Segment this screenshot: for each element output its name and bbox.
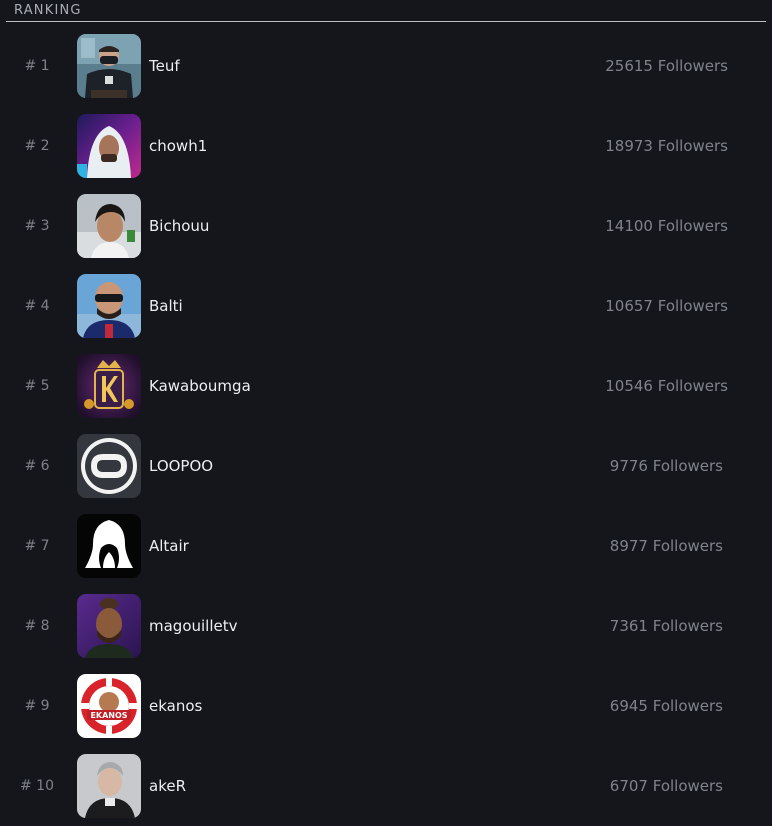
ranking-title: RANKING bbox=[14, 3, 82, 18]
streamer-name[interactable]: Teuf bbox=[149, 26, 180, 106]
streamer-name[interactable]: Balti bbox=[149, 266, 183, 346]
streamer-name[interactable]: LOOPOO bbox=[149, 426, 213, 506]
ranking-row[interactable]: # 1 Teuf 25615 Followers bbox=[0, 26, 772, 106]
avatar[interactable] bbox=[77, 274, 141, 338]
ranking-row[interactable]: # 8 magouilletv 7361 Followers bbox=[0, 586, 772, 666]
streamer-name[interactable]: Altair bbox=[149, 506, 189, 586]
ranking-list: # 1 Teuf 25615 Followers # 2 chowh1 1897… bbox=[0, 26, 772, 826]
follower-count: 6707 Followers bbox=[609, 777, 723, 795]
streamer-name[interactable]: chowh1 bbox=[149, 106, 207, 186]
follower-count: 8977 Followers bbox=[609, 537, 723, 555]
follower-count: 6945 Followers bbox=[609, 697, 723, 715]
rank-label: # 9 bbox=[24, 698, 50, 714]
ranking-row[interactable]: # 4 Balti 10657 Followers bbox=[0, 266, 772, 346]
follower-count: 9776 Followers bbox=[609, 457, 723, 475]
follower-count: 18973 Followers bbox=[605, 137, 728, 155]
ranking-row[interactable]: # 6 LOOPOO 9776 Followers bbox=[0, 426, 772, 506]
ranking-header: RANKING bbox=[6, 0, 766, 22]
avatar[interactable] bbox=[77, 434, 141, 498]
follower-count: 14100 Followers bbox=[605, 217, 728, 235]
rank-label: # 7 bbox=[24, 538, 50, 554]
ranking-row[interactable]: # 9 EKANOS ekanos 6945 Followers bbox=[0, 666, 772, 746]
streamer-name[interactable]: akeR bbox=[149, 746, 186, 826]
streamer-name[interactable]: Bichouu bbox=[149, 186, 209, 266]
follower-count: 25615 Followers bbox=[605, 57, 728, 75]
ranking-row[interactable]: # 2 chowh1 18973 Followers bbox=[0, 106, 772, 186]
follower-count: 10546 Followers bbox=[605, 377, 728, 395]
rank-label: # 1 bbox=[24, 58, 50, 74]
ranking-row[interactable]: # 5 Kawaboumga 10546 Followers bbox=[0, 346, 772, 426]
streamer-name[interactable]: ekanos bbox=[149, 666, 202, 746]
rank-label: # 6 bbox=[24, 458, 50, 474]
avatar[interactable] bbox=[77, 114, 141, 178]
ranking-row[interactable]: # 10 akeR 6707 Followers bbox=[0, 746, 772, 826]
follower-count: 7361 Followers bbox=[609, 617, 723, 635]
rank-label: # 8 bbox=[24, 618, 50, 634]
ranking-row[interactable]: # 3 Bichouu 14100 Followers bbox=[0, 186, 772, 266]
rank-label: # 2 bbox=[24, 138, 50, 154]
avatar[interactable] bbox=[77, 594, 141, 658]
follower-count: 10657 Followers bbox=[605, 297, 728, 315]
avatar[interactable] bbox=[77, 514, 141, 578]
rank-label: # 10 bbox=[20, 778, 54, 794]
streamer-name[interactable]: magouilletv bbox=[149, 586, 238, 666]
rank-label: # 4 bbox=[24, 298, 50, 314]
rank-label: # 5 bbox=[24, 378, 50, 394]
avatar[interactable]: EKANOS bbox=[77, 674, 141, 738]
rank-label: # 3 bbox=[24, 218, 50, 234]
avatar[interactable] bbox=[77, 754, 141, 818]
svg-text:EKANOS: EKANOS bbox=[90, 711, 127, 720]
avatar[interactable] bbox=[77, 354, 141, 418]
ranking-row[interactable]: # 7 Altair 8977 Followers bbox=[0, 506, 772, 586]
avatar[interactable] bbox=[77, 194, 141, 258]
avatar[interactable] bbox=[77, 34, 141, 98]
streamer-name[interactable]: Kawaboumga bbox=[149, 346, 251, 426]
